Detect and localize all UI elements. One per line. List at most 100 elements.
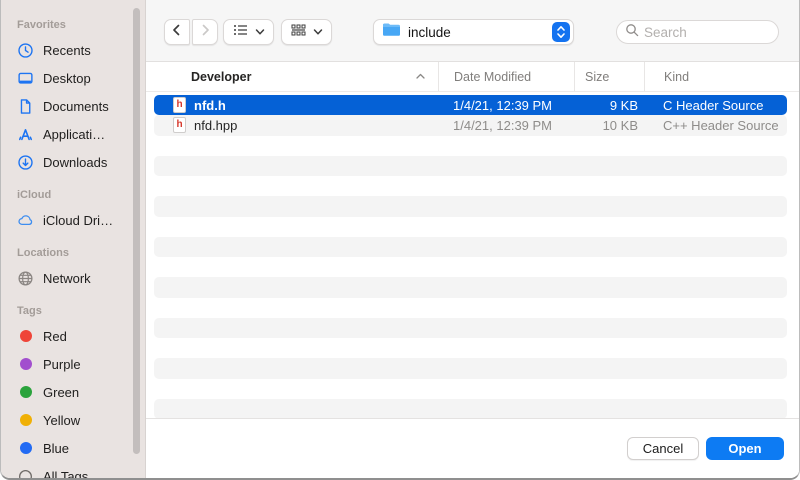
file-size-cell: 10 KB [574,118,644,133]
sidebar-item-all-tags[interactable]: All Tags [1,462,145,478]
empty-row [154,217,787,237]
sidebar-item-tag-blue[interactable]: Blue [1,434,145,462]
sidebar-item-label: Desktop [43,71,91,86]
document-icon [17,98,34,115]
sidebar-scrollbar[interactable] [133,8,140,454]
empty-row [154,298,787,318]
sidebar-item-desktop[interactable]: Desktop [1,64,145,92]
file-name: nfd.hpp [194,118,237,133]
file-size-cell: 9 KB [574,98,644,113]
file-name: nfd.h [194,98,226,113]
red-tag-icon [17,328,34,345]
group-view-icon [291,23,306,42]
open-button[interactable]: Open [706,437,784,460]
clock-icon [17,42,34,59]
chevron-down-icon [255,23,265,41]
sidebar-section-favorites: Favorites [1,16,145,34]
folder-popup-button[interactable]: include [373,19,574,45]
search-input[interactable] [644,25,770,40]
yellow-tag-icon [17,412,34,429]
sidebar-item-tag-yellow[interactable]: Yellow [1,406,145,434]
empty-row [154,257,787,277]
empty-row [154,399,787,418]
file-date-cell: 1/4/21, 12:39 PM [438,98,574,113]
sidebar-item-icloud-drive[interactable]: iCloud Dri… [1,206,145,234]
sidebar-item-label: Applicati… [43,127,105,142]
download-icon [17,154,34,171]
column-header-name[interactable]: Developer [146,62,438,91]
empty-row [154,338,787,358]
sidebar-item-network[interactable]: Network [1,264,145,292]
empty-row [154,358,787,378]
sidebar-item-tag-green[interactable]: Green [1,378,145,406]
forward-button[interactable] [192,19,218,45]
globe-icon [17,270,34,287]
all-tags-icon [17,468,34,479]
sidebar-item-label: Yellow [43,413,80,428]
empty-row [154,156,787,176]
blue-tag-icon [17,440,34,457]
sidebar-item-label: Network [43,271,91,286]
sidebar-item-label: Green [43,385,79,400]
empty-row [154,196,787,216]
file-row-nfd-h[interactable]: h nfd.h 1/4/21, 12:39 PM 9 KB C Header S… [154,95,787,115]
column-header-kind[interactable]: Kind [644,62,799,91]
file-kind-cell: C Header Source [644,98,787,113]
sidebar-item-recents[interactable]: Recents [1,36,145,64]
sidebar-section-tags: Tags [1,302,145,320]
file-name-cell: h nfd.hpp [154,117,438,133]
sidebar-item-tag-purple[interactable]: Purple [1,350,145,378]
empty-row [154,318,787,338]
dialog-footer: Cancel Open [146,418,799,478]
sidebar-item-documents[interactable]: Documents [1,92,145,120]
sidebar-item-label: Recents [43,43,91,58]
file-list: h nfd.h 1/4/21, 12:39 PM 9 KB C Header S… [146,92,799,418]
file-row-nfd-hpp[interactable]: h nfd.hpp 1/4/21, 12:39 PM 10 KB C++ Hea… [154,115,787,135]
sort-ascending-icon [415,71,426,85]
header-file-icon: h [173,97,186,113]
empty-row [154,237,787,257]
sidebar-item-label: All Tags [43,469,88,479]
sidebar-item-label: Purple [43,357,81,372]
green-tag-icon [17,384,34,401]
main-panel: include Developer Date Modified [146,0,799,478]
popup-stepper-icon [552,22,570,42]
sidebar-item-label: Red [43,329,67,344]
sidebar-item-label: Downloads [43,155,107,170]
sidebar-item-label: Documents [43,99,109,114]
list-view-menu-button[interactable] [223,19,274,45]
folder-icon [382,22,401,42]
chevron-down-icon [313,23,323,41]
chevron-left-icon [170,23,184,42]
group-view-menu-button[interactable] [281,19,332,45]
search-icon [625,23,639,42]
file-name-cell: h nfd.h [154,97,438,113]
sidebar-section-locations: Locations [1,244,145,262]
file-kind-cell: C++ Header Source [644,118,787,133]
back-button[interactable] [164,19,190,45]
column-header-size[interactable]: Size [574,62,644,91]
chevron-right-icon [198,23,212,42]
empty-row [154,379,787,399]
file-date-cell: 1/4/21, 12:39 PM [438,118,574,133]
column-header-date-modified[interactable]: Date Modified [438,62,574,91]
appstore-icon [17,126,34,143]
empty-row [154,176,787,196]
search-field[interactable] [616,20,779,44]
desktop-icon [17,70,34,87]
sidebar-item-label: iCloud Dri… [43,213,113,228]
empty-row [154,136,787,156]
sidebar: Favorites Recents Desktop Documents Appl… [1,0,146,478]
sidebar-item-tag-red[interactable]: Red [1,322,145,350]
table-column-headers: Developer Date Modified Size Kind [146,62,799,92]
open-file-dialog: Favorites Recents Desktop Documents Appl… [0,0,800,480]
sidebar-section-icloud: iCloud [1,186,145,204]
sidebar-item-label: Blue [43,441,69,456]
sidebar-item-downloads[interactable]: Downloads [1,148,145,176]
folder-popup-value: include [408,25,545,40]
purple-tag-icon [17,356,34,373]
cloud-icon [17,212,34,229]
sidebar-item-applications[interactable]: Applicati… [1,120,145,148]
cancel-button[interactable]: Cancel [627,437,699,460]
toolbar: include [146,0,799,62]
